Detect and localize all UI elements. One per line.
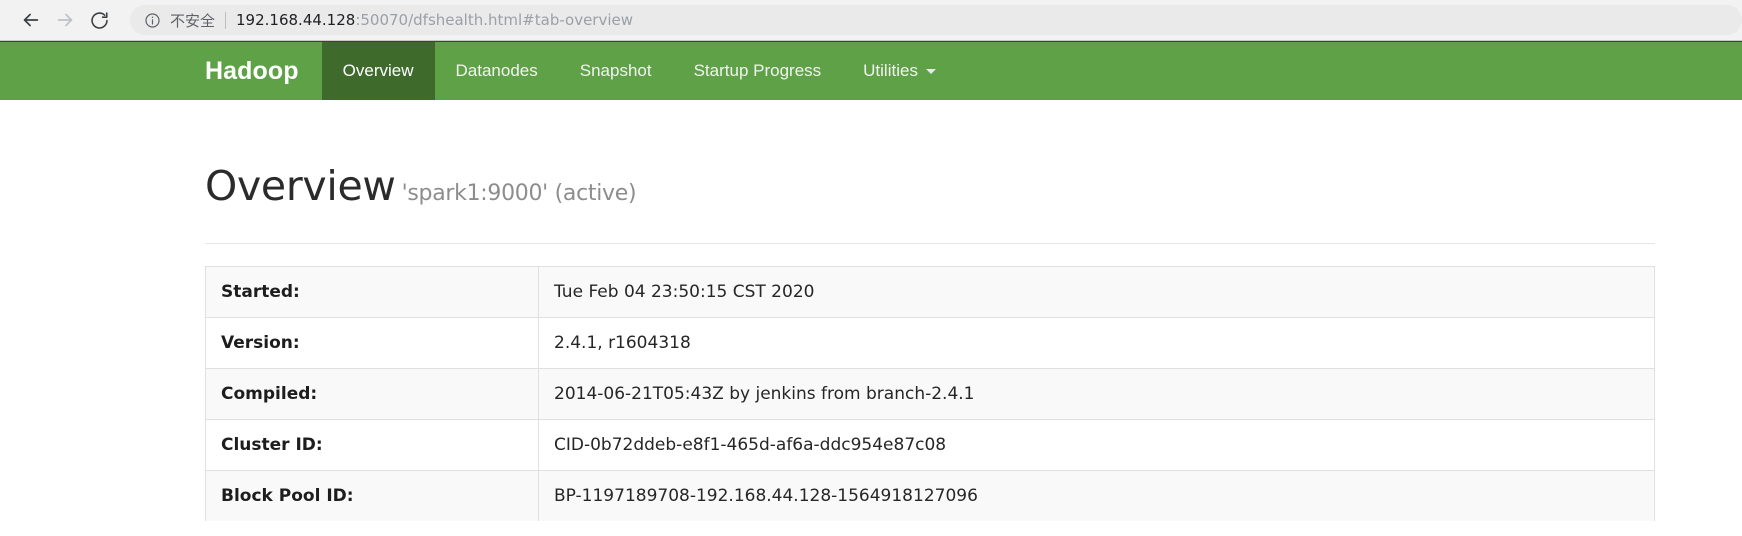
nav-item-utilities[interactable]: Utilities [842,42,957,100]
nav-item-label: Overview [342,61,414,80]
hadoop-navbar: Hadoop Overview Datanodes Snapshot Start… [0,41,1742,100]
page-title: Overview'spark1:9000' (active) [205,162,1655,210]
back-button[interactable] [14,3,48,37]
forward-arrow-icon [54,9,76,31]
title-divider [205,243,1655,244]
row-value: 2.4.1, r1604318 [538,317,1655,369]
url-host: 192.168.44.128 [236,11,356,29]
back-arrow-icon [20,9,42,31]
nav-item-label: Utilities [863,61,918,80]
brand-hadoop[interactable]: Hadoop [205,42,322,100]
nav-item-overview[interactable]: Overview [321,42,435,100]
table-row: Started: Tue Feb 04 23:50:15 CST 2020 [205,266,1655,318]
nav-item-label: Startup Progress [693,61,822,80]
nav-item-startup-progress[interactable]: Startup Progress [673,42,843,100]
page-content: Overview'spark1:9000' (active) Started: … [0,100,1742,521]
reload-icon [89,10,110,31]
row-value: Tue Feb 04 23:50:15 CST 2020 [538,266,1655,318]
table-row: Compiled: 2014-06-21T05:43Z by jenkins f… [205,368,1655,420]
page-title-text: Overview [205,162,396,210]
row-value: 2014-06-21T05:43Z by jenkins from branch… [538,368,1655,420]
url-path: :50070/dfshealth.html#tab-overview [355,11,634,29]
omnibox-divider [225,11,227,29]
table-row: Version: 2.4.1, r1604318 [205,317,1655,369]
table-row: Block Pool ID: BP-1197189708-192.168.44.… [205,470,1655,521]
address-bar[interactable]: 不安全 192.168.44.128:50070/dfshealth.html#… [130,5,1742,35]
row-label: Compiled: [205,368,539,420]
forward-button[interactable] [48,3,82,37]
nav-item-snapshot[interactable]: Snapshot [559,42,673,100]
security-status-label: 不安全 [170,11,216,30]
overview-info-table: Started: Tue Feb 04 23:50:15 CST 2020 Ve… [205,266,1655,521]
reload-button[interactable] [82,3,116,37]
nav-item-datanodes[interactable]: Datanodes [435,42,559,100]
nav-item-label: Datanodes [455,61,538,80]
table-row: Cluster ID: CID-0b72ddeb-e8f1-465d-af6a-… [205,419,1655,471]
chevron-down-icon [925,68,936,74]
row-label: Cluster ID: [205,419,539,471]
row-label: Block Pool ID: [205,470,539,521]
row-label: Version: [205,317,539,369]
row-value: CID-0b72ddeb-e8f1-465d-af6a-ddc954e87c08 [538,419,1655,471]
row-label: Started: [205,266,539,318]
row-value: BP-1197189708-192.168.44.128-15649181270… [538,470,1655,521]
nav-item-label: Snapshot [579,61,652,80]
browser-toolbar: 不安全 192.168.44.128:50070/dfshealth.html#… [0,0,1742,41]
info-circle-icon[interactable] [144,12,161,29]
url-text: 192.168.44.128:50070/dfshealth.html#tab-… [236,11,633,29]
page-subtitle: 'spark1:9000' (active) [401,181,637,206]
